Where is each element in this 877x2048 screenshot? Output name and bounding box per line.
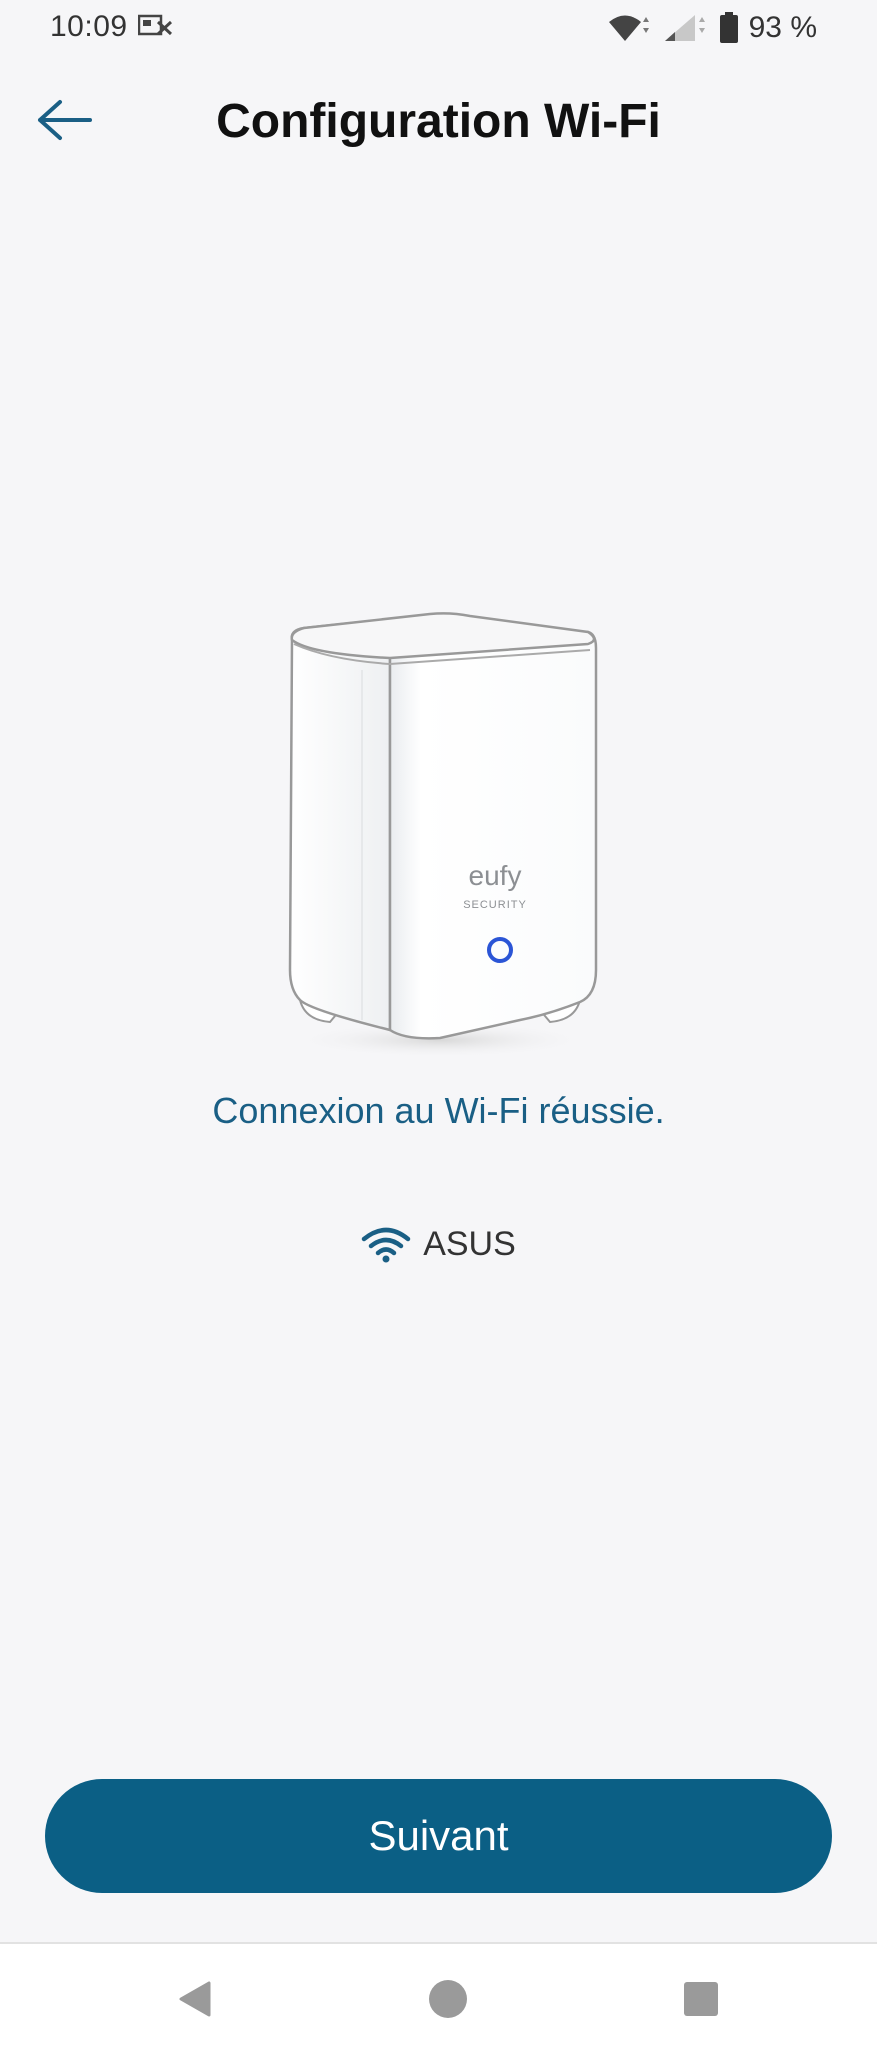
nav-home-button[interactable] xyxy=(423,1974,473,2024)
brand-sub-text: SECURITY xyxy=(463,899,527,911)
recents-square-icon xyxy=(684,1982,718,2016)
page-title: Configuration Wi-Fi xyxy=(216,95,661,148)
screen: 10:09 93 % Configuration Wi-Fi eufy SECU… xyxy=(0,0,877,2048)
header: Configuration Wi-Fi xyxy=(0,80,877,160)
network-name: ASUS xyxy=(423,1225,516,1263)
nav-recents-button[interactable] xyxy=(676,1974,726,2024)
wifi-signal-icon xyxy=(608,15,649,41)
home-circle-icon xyxy=(429,1980,467,2018)
battery-level: 93 % xyxy=(748,11,817,44)
back-triangle-icon xyxy=(179,1981,211,2017)
status-icons: 93 % xyxy=(607,10,817,46)
wifi-icon xyxy=(361,1227,411,1262)
notification-icon xyxy=(138,14,172,36)
brand-logo-text: eufy xyxy=(469,860,522,891)
system-nav-bar xyxy=(0,1942,877,2048)
network-info: ASUS xyxy=(0,1225,877,1264)
homebase-illustration: eufy SECURITY xyxy=(288,612,598,1058)
nav-back-button[interactable] xyxy=(170,1974,220,2024)
status-bar: 10:09 93 % xyxy=(0,0,877,56)
status-time: 10:09 xyxy=(50,10,128,43)
success-message: Connexion au Wi-Fi réussie. xyxy=(212,1090,665,1131)
battery-icon xyxy=(719,12,738,43)
cell-signal-icon xyxy=(664,15,705,41)
next-button[interactable]: Suivant xyxy=(45,1779,832,1893)
